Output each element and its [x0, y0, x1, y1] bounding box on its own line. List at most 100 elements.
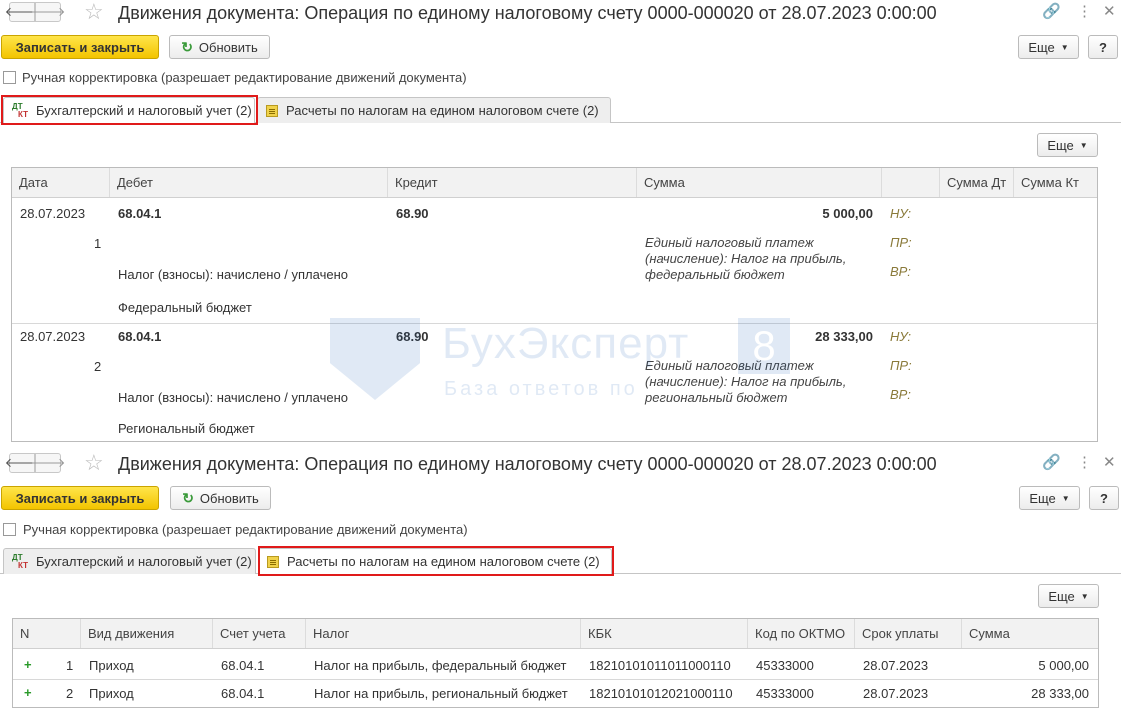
link-icon[interactable]: 🔗 [1042, 3, 1061, 21]
tab-tax-settlements-label: Расчеты по налогам на едином налоговом с… [287, 554, 600, 569]
row2-sum: 28 333,00 [1031, 686, 1089, 701]
chevron-down-icon: ▼ [1079, 140, 1088, 150]
col-tax[interactable]: Налог [306, 619, 581, 648]
col-amount[interactable]: Сумма [637, 168, 882, 197]
movements-window-accounting: 🡐 🡒 ☆ Движения документа: Операция по ед… [0, 0, 1121, 445]
forward-button[interactable]: 🡒 [31, 2, 65, 22]
row1-debit-sub1: Налог (взносы): начислено / уплачено [118, 267, 348, 282]
table-header: Дата Дебет Кредит Сумма Сумма Дт Сумма К… [12, 168, 1097, 198]
col-amount-dt[interactable]: Сумма Дт [940, 168, 1014, 197]
favorite-star-icon[interactable]: ☆ [84, 0, 104, 24]
col-account[interactable]: Счет учета [213, 619, 306, 648]
row1-desc2: (начисление): Налог на прибыль, [645, 251, 847, 266]
col-due-date[interactable]: Срок уплаты [855, 619, 962, 648]
row2-date: 28.07.2023 [20, 329, 86, 344]
row1-nu-label: НУ: [890, 206, 912, 221]
tab-tax-settlements-label: Расчеты по налогам на едином налоговом с… [286, 103, 599, 118]
col-amount-kt[interactable]: Сумма Кт [1014, 168, 1097, 197]
arrow-right-icon: 🡒 [30, 455, 66, 470]
more-button[interactable]: Еще ▼ [1019, 486, 1080, 510]
row-separator [13, 679, 1098, 680]
help-button[interactable]: ? [1089, 486, 1119, 510]
col-kind[interactable]: Вид движения [81, 619, 213, 648]
col-n[interactable]: N [13, 619, 81, 648]
grid-more-label: Еще [1047, 137, 1074, 153]
row2-debit-sub2: Региональный бюджет [118, 421, 255, 436]
row2-debit-sub1: Налог (взносы): начислено / уплачено [118, 390, 348, 405]
grid-more-button[interactable]: Еще ▼ [1037, 133, 1098, 157]
more-button[interactable]: Еще ▼ [1018, 35, 1079, 59]
row1-tax: Налог на прибыль, федеральный бюджет [314, 658, 567, 673]
col-kbk[interactable]: КБК [581, 619, 748, 648]
refresh-label: Обновить [198, 39, 258, 55]
col-oktmo[interactable]: Код по ОКТМО [748, 619, 855, 648]
refresh-button[interactable]: ↻ Обновить [170, 486, 271, 510]
close-icon[interactable]: ✕ [1103, 3, 1116, 21]
tab-accounting[interactable]: ДТ КТ Бухгалтерский и налоговый учет (2) [3, 548, 256, 574]
row1-vr-label: ВР: [890, 264, 911, 279]
row2-nu-label: НУ: [890, 329, 912, 344]
row2-desc3: региональный бюджет [645, 390, 788, 405]
link-icon[interactable]: 🔗 [1042, 454, 1061, 472]
row2-kbk: 18210101012021000110 [589, 686, 733, 701]
register-icon [267, 555, 279, 568]
grid-more-button[interactable]: Еще ▼ [1038, 584, 1099, 608]
row2-desc2: (начисление): Налог на прибыль, [645, 374, 847, 389]
manual-edit-checkbox[interactable] [3, 71, 16, 84]
col-credit[interactable]: Кредит [388, 168, 637, 197]
dt-kt-icon: ДТ КТ [12, 552, 28, 570]
help-button[interactable]: ? [1088, 35, 1118, 59]
refresh-icon: ↻ [182, 489, 194, 506]
favorite-star-icon[interactable]: ☆ [84, 451, 104, 475]
close-icon[interactable]: ✕ [1103, 454, 1116, 472]
row2-account: 68.04.1 [221, 686, 265, 701]
more-label: Еще [1029, 490, 1056, 506]
row1-due: 28.07.2023 [863, 658, 929, 673]
more-vertical-icon[interactable]: ⋮ [1077, 3, 1092, 21]
title-bar: 🡐 🡒 ☆ Движения документа: Операция по ед… [0, 0, 1121, 26]
plus-icon: + [24, 685, 32, 700]
row1-desc1: Единый налоговый платеж [645, 235, 814, 250]
tab-tax-settlements[interactable]: Расчеты по налогам на едином налоговом с… [258, 548, 612, 574]
row2-tax: Налог на прибыль, региональный бюджет [314, 686, 568, 701]
row2-kind: Приход [89, 686, 134, 701]
col-blank[interactable] [882, 168, 940, 197]
row1-sum: 5 000,00 [1038, 658, 1089, 673]
more-label: Еще [1028, 39, 1055, 55]
row1-debit-sub2: Федеральный бюджет [118, 300, 252, 315]
tab-accounting[interactable]: ДТ КТ Бухгалтерский и налоговый учет (2) [3, 97, 255, 123]
row1-account: 68.04.1 [221, 658, 265, 673]
save-close-button[interactable]: Записать и закрыть [1, 486, 159, 510]
manual-edit-checkbox[interactable] [3, 523, 16, 536]
register-icon [266, 104, 278, 117]
tax-table: N Вид движения Счет учета Налог КБК Код … [12, 618, 1099, 708]
movements-window-tax: 🡐 🡒 ☆ Движения документа: Операция по ед… [0, 451, 1121, 719]
title-bar: 🡐 🡒 ☆ Движения документа: Операция по ед… [0, 451, 1121, 477]
row-separator [12, 323, 1097, 324]
refresh-button[interactable]: ↻ Обновить [169, 35, 270, 59]
row2-credit: 68.90 [396, 329, 429, 344]
tab-tax-settlements[interactable]: Расчеты по налогам на едином налоговом с… [257, 97, 611, 123]
col-debit[interactable]: Дебет [110, 168, 388, 197]
save-close-button[interactable]: Записать и закрыть [1, 35, 159, 59]
row1-amount: 5 000,00 [822, 206, 873, 221]
row1-kind: Приход [89, 658, 134, 673]
forward-button[interactable]: 🡒 [31, 453, 65, 473]
row2-desc1: Единый налоговый платеж [645, 358, 814, 373]
row2-due: 28.07.2023 [863, 686, 929, 701]
tab-accounting-label: Бухгалтерский и налоговый учет (2) [36, 103, 252, 118]
col-sum[interactable]: Сумма [962, 619, 1098, 648]
row1-date: 28.07.2023 [20, 206, 86, 221]
row2-amount: 28 333,00 [815, 329, 873, 344]
row1-desc3: федеральный бюджет [645, 267, 785, 282]
col-date[interactable]: Дата [12, 168, 110, 197]
manual-edit-label: Ручная корректировка (разрешает редактир… [22, 70, 467, 85]
row2-debit: 68.04.1 [118, 329, 162, 344]
row1-kbk: 18210101011011000110 [589, 658, 731, 673]
more-vertical-icon[interactable]: ⋮ [1077, 454, 1092, 472]
row1-oktmo: 45333000 [756, 658, 814, 673]
refresh-label: Обновить [199, 490, 259, 506]
row1-num: 1 [94, 236, 102, 251]
plus-icon: + [24, 657, 32, 672]
chevron-down-icon: ▼ [1061, 493, 1070, 503]
